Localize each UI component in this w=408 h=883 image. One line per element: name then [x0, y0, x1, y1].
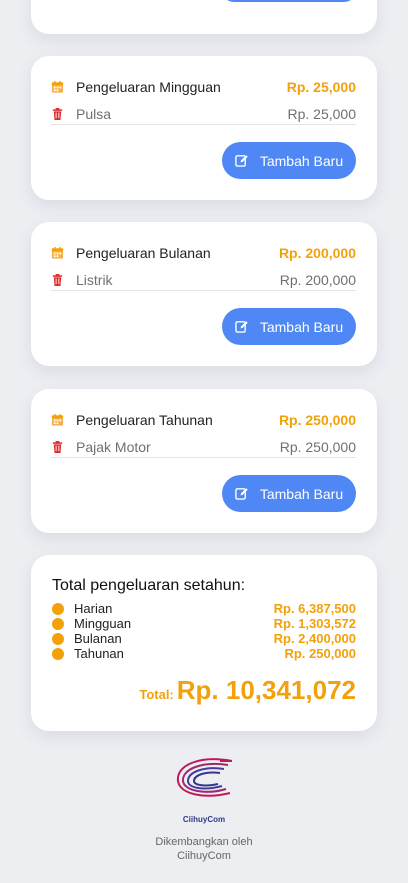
developer-name: CiihuyCom: [177, 850, 231, 862]
card-title: Pengeluaran Bulanan: [76, 245, 211, 261]
summary-label: Mingguan: [74, 616, 132, 631]
divider: [51, 124, 356, 125]
expense-item: Listrik Rp. 200,000: [51, 270, 356, 290]
edit-icon: [235, 321, 248, 333]
summary-label: Harian: [74, 601, 113, 616]
summary-amount: Rp. 6,387,500: [273, 601, 356, 616]
summary-row-monthly: Bulanan Rp. 2,400,000: [52, 631, 356, 646]
summary-row-weekly: Mingguan Rp. 1,303,572: [52, 616, 356, 631]
edit-icon: [235, 155, 248, 167]
add-new-label: Tambah Baru: [259, 485, 344, 502]
card-title: Pengeluaran Mingguan: [76, 79, 221, 95]
summary-label: Bulanan: [74, 631, 122, 646]
card-header: Pengeluaran Mingguan Rp. 25,000: [51, 78, 356, 96]
add-new-button[interactable]: Tambah Baru: [222, 475, 356, 512]
divider: [51, 290, 356, 291]
weekly-expense-card: Pengeluaran Mingguan Rp. 25,000 Pulsa Rp…: [31, 56, 377, 200]
calendar-icon: [51, 246, 64, 259]
bullet-icon: [52, 632, 64, 645]
add-new-button[interactable]: Tambah Baru: [222, 308, 356, 345]
item-amount: Rp. 25,000: [287, 106, 357, 122]
footer: CiihuyCom Dikembangkan oleh CiihuyCom: [0, 752, 408, 883]
grand-total: Total: Rp. 10,341,072: [139, 675, 356, 706]
yearly-expense-card: Pengeluaran Tahunan Rp. 250,000 Pajak Mo…: [31, 389, 377, 533]
summary-amount: Rp. 2,400,000: [273, 631, 356, 646]
developed-by-text: Dikembangkan oleh: [155, 836, 253, 848]
bullet-icon: [52, 617, 64, 630]
card-title: Pengeluaran Tahunan: [76, 412, 213, 428]
item-name: Pajak Motor: [76, 439, 151, 455]
summary-label: Tahunan: [74, 646, 124, 661]
bullet-icon: [52, 647, 64, 660]
previous-card: [31, 0, 377, 34]
calendar-icon: [51, 413, 64, 426]
summary-row-yearly: Tahunan Rp. 250,000: [52, 646, 356, 661]
summary-amount: Rp. 250,000: [284, 646, 356, 661]
bullet-icon: [52, 602, 64, 615]
total-value: Rp. 10,341,072: [176, 675, 356, 705]
add-new-label: Tambah Baru: [259, 152, 344, 169]
card-total: Rp. 200,000: [278, 245, 356, 261]
card-total: Rp. 25,000: [286, 79, 356, 95]
card-header: Pengeluaran Bulanan Rp. 200,000: [51, 244, 356, 262]
trash-icon[interactable]: [51, 440, 64, 454]
card-total: Rp. 250,000: [278, 412, 356, 428]
ciihuycom-logo: [176, 758, 233, 797]
item-name: Pulsa: [76, 106, 112, 122]
trash-icon[interactable]: [51, 107, 64, 121]
item-amount: Rp. 250,000: [279, 439, 356, 455]
monthly-expense-card: Pengeluaran Bulanan Rp. 200,000 Listrik …: [31, 222, 377, 366]
divider: [51, 457, 356, 458]
edit-icon: [235, 488, 248, 500]
summary-title: Total pengeluaran setahun:: [52, 577, 246, 594]
annual-summary-card: Total pengeluaran setahun: Harian Rp. 6,…: [31, 555, 377, 731]
calendar-icon: [51, 80, 64, 93]
item-amount: Rp. 200,000: [279, 272, 356, 288]
page: Pengeluaran Mingguan Rp. 25,000 Pulsa Rp…: [0, 0, 408, 883]
summary-amount: Rp. 1,303,572: [273, 616, 356, 631]
item-name: Listrik: [76, 272, 113, 288]
card-header: Pengeluaran Tahunan Rp. 250,000: [51, 411, 356, 429]
expense-item: Pulsa Rp. 25,000: [51, 104, 356, 124]
total-label: Total:: [139, 687, 174, 702]
add-new-label: Tambah Baru: [259, 318, 344, 335]
logo-text: CiihuyCom: [182, 815, 226, 824]
add-new-button[interactable]: Tambah Baru: [222, 142, 356, 179]
expense-item: Pajak Motor Rp. 250,000: [51, 437, 356, 457]
trash-icon[interactable]: [51, 273, 64, 287]
summary-row-daily: Harian Rp. 6,387,500: [52, 601, 356, 616]
previous-add-button[interactable]: [222, 0, 356, 2]
